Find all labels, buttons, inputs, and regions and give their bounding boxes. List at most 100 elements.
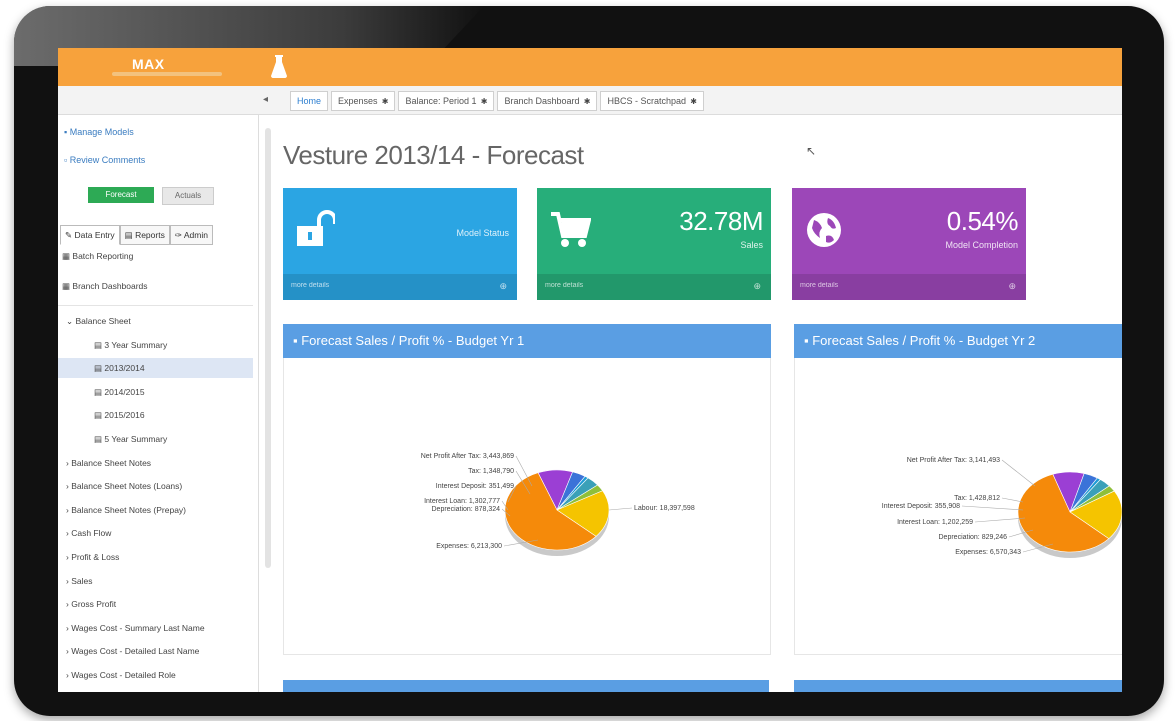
tile-label: Model Status [456, 228, 509, 238]
tab-admin[interactable]: ✑ Admin [169, 225, 213, 245]
pie-label-leader [608, 507, 633, 511]
pie-data-label: Interest Deposit: 351,499 [436, 483, 514, 490]
tree-item-label: Balance Sheet Notes (Prepay) [71, 504, 187, 515]
tree-item[interactable]: ▤ 5 Year Summary [58, 429, 253, 449]
unlock-icon [297, 210, 335, 246]
sheet-icon: ▤ [94, 339, 105, 350]
tree-item[interactable]: › Profit & Loss [60, 547, 255, 567]
top-bar: MAX [58, 48, 1122, 86]
pie-data-label: Tax: 1,348,790 [468, 468, 514, 475]
flask-icon[interactable] [270, 55, 288, 79]
mouse-cursor-icon: ↖ [806, 144, 817, 158]
tree-item[interactable]: › Wages Cost - Detailed Last Name [60, 641, 255, 661]
close-tab-icon[interactable]: ✱ [380, 97, 389, 106]
forecast-button[interactable]: Forecast [88, 187, 154, 203]
panel-icon: ▪ [293, 333, 302, 348]
tree-item-label: Gross Profit [71, 599, 117, 610]
tree-item[interactable]: › Gross Profit [60, 594, 255, 614]
pie-chart-yr1: Net Profit After Tax: 3,443,869 Tax: 1,34… [421, 453, 695, 556]
tree-item[interactable]: › Sales [60, 571, 255, 591]
panel-header-budget-yr2[interactable]: ▪ Forecast Sales / Profit % - Budget Yr … [794, 324, 1122, 358]
tile-label: Sales [740, 240, 763, 250]
sheet-icon: ▤ [94, 410, 105, 421]
tab-branch-dashboard[interactable]: Branch Dashboard ✱ [497, 91, 598, 111]
logo[interactable]: MAX [64, 52, 240, 82]
pie-label-leader [1001, 459, 1036, 487]
tree-item-label: Wages Cost - Detailed Last Name [71, 646, 200, 657]
tile-model-completion[interactable]: 0.54% Model Completion more details ⊕ [792, 188, 1026, 300]
tree-item[interactable]: › Balance Sheet Notes (Prepay) [60, 500, 255, 520]
tree-item[interactable]: › Cash Flow [60, 523, 255, 543]
pie-data-label: Interest Deposit: 355,908 [882, 503, 960, 510]
sidebar-link-manage-models[interactable]: ▪ Manage Models [64, 127, 134, 137]
pie-label-leader [961, 505, 1024, 511]
sheet-icon: ▤ [94, 434, 105, 444]
close-tab-icon[interactable]: ✱ [582, 97, 591, 106]
pencil-icon: ✎ [65, 230, 73, 240]
actuals-button[interactable]: Actuals [162, 187, 214, 205]
tab-strip: ◂ Home Expenses ✱ Balance: Period 1 ✱ Branc… [58, 86, 1122, 115]
nav-batch-reporting[interactable]: ▦ Batch Reporting [62, 251, 133, 262]
tree-item-label: 2014/2015 [104, 386, 145, 397]
batch-icon: ▦ [62, 251, 73, 261]
sidebar-tabs: ✎ Data Entry ▤ Reports ✑ Admin [60, 225, 213, 245]
tree-item[interactable]: › Balance Sheet Notes [60, 453, 255, 473]
tree-item[interactable]: ▤ 3 Year Summary [58, 335, 253, 355]
sheet-icon: ▤ [94, 386, 105, 397]
globe-icon [807, 213, 841, 247]
tree-item[interactable]: ▤ 2014/2015 [58, 382, 253, 402]
tile-model-status[interactable]: Model Status more details ⊕ [283, 188, 517, 300]
tree-item-label: Wages Cost - Summary Last Name [71, 622, 205, 633]
tile-footer[interactable]: more details ⊕ [792, 274, 1026, 300]
app-screen: MAX ◂ Home Expenses ✱ Balance: Period 1 ✱ B… [58, 48, 1122, 692]
pie-data-label: Net Profit After Tax: 3,443,869 [421, 453, 514, 460]
tree-item-label: Balance Sheet Notes (Loans) [71, 481, 183, 492]
panel-header-next [283, 680, 769, 692]
pie-data-label: Expenses: 6,213,300 [436, 543, 502, 550]
close-tab-icon[interactable]: ✱ [688, 97, 697, 106]
tree-item[interactable]: › Wages Cost - Detailed Role [60, 665, 255, 685]
tree-item-label: Cash Flow [71, 528, 112, 539]
tree-item-label: Profit & Loss [71, 552, 120, 562]
pie-data-label: Interest Loan: 1,202,259 [897, 519, 973, 526]
panel-budget-yr2: Net Profit After Tax: 3,141,493 Tax: 1,42… [794, 358, 1122, 655]
close-tab-icon[interactable]: ✱ [479, 97, 488, 106]
tree-item-label: Balance Sheet Notes [71, 457, 152, 468]
tile-footer[interactable]: more details ⊕ [537, 274, 771, 300]
tab-expenses[interactable]: Expenses ✱ [331, 91, 396, 111]
tile-label: Model Completion [945, 240, 1018, 250]
arrow-circle-icon: ⊕ [753, 281, 761, 291]
tile-sales[interactable]: 32.78M Sales more details ⊕ [537, 188, 771, 300]
tree-item[interactable]: ▤ 2013/2014 [58, 358, 253, 379]
pie-label-leader [1001, 497, 1024, 503]
pie-data-label: Depreciation: 829,246 [939, 534, 1008, 541]
tree-item[interactable]: › Wages Cost - Summary Last Name [60, 618, 255, 638]
tab-data-entry[interactable]: ✎ Data Entry [60, 225, 120, 245]
arrow-circle-icon: ⊕ [499, 281, 507, 291]
tree-item-label: Balance Sheet [75, 316, 131, 326]
tile-footer-text: more details [545, 282, 584, 289]
nav-branch-dashboards[interactable]: ▦ Branch Dashboards [62, 281, 148, 292]
cart-icon [551, 212, 591, 247]
sidebar-scrollbar[interactable] [265, 128, 271, 568]
tree-item-label: Sales [71, 575, 93, 586]
tab-balance-period-1[interactable]: Balance: Period 1 ✱ [398, 91, 495, 111]
panel-header-budget-yr1[interactable]: ▪ Forecast Sales / Profit % - Budget Yr … [283, 324, 771, 358]
tree-item[interactable]: ▤ 2015/2016 [58, 405, 253, 425]
sidebar-link-review-comments[interactable]: ▫ Review Comments [64, 155, 145, 165]
sheet-icon: ▤ [94, 363, 105, 374]
tile-footer[interactable]: more details ⊕ [283, 274, 517, 300]
tab-home[interactable]: Home [290, 91, 329, 111]
tile-footer-text: more details [800, 282, 839, 289]
tile-value: 0.54% [946, 206, 1019, 236]
tab-reports[interactable]: ▤ Reports [119, 225, 170, 245]
wrench-icon: ✑ [174, 230, 182, 240]
tree-item[interactable]: › Balance Sheet Notes (Loans) [60, 476, 255, 496]
pie-label-leader [974, 517, 1026, 523]
collapse-sidebar-icon[interactable]: ◂ [263, 94, 268, 105]
tree-item-label: 3 Year Summary [104, 339, 168, 350]
tree-item[interactable]: ⌄ Balance Sheet [60, 311, 255, 331]
sidebar-divider [58, 305, 253, 306]
tab-hbcs-scratchpad[interactable]: HBCS - Scratchpad ✱ [600, 91, 704, 111]
tree-item-label: Wages Cost - Detailed Role [71, 670, 176, 680]
